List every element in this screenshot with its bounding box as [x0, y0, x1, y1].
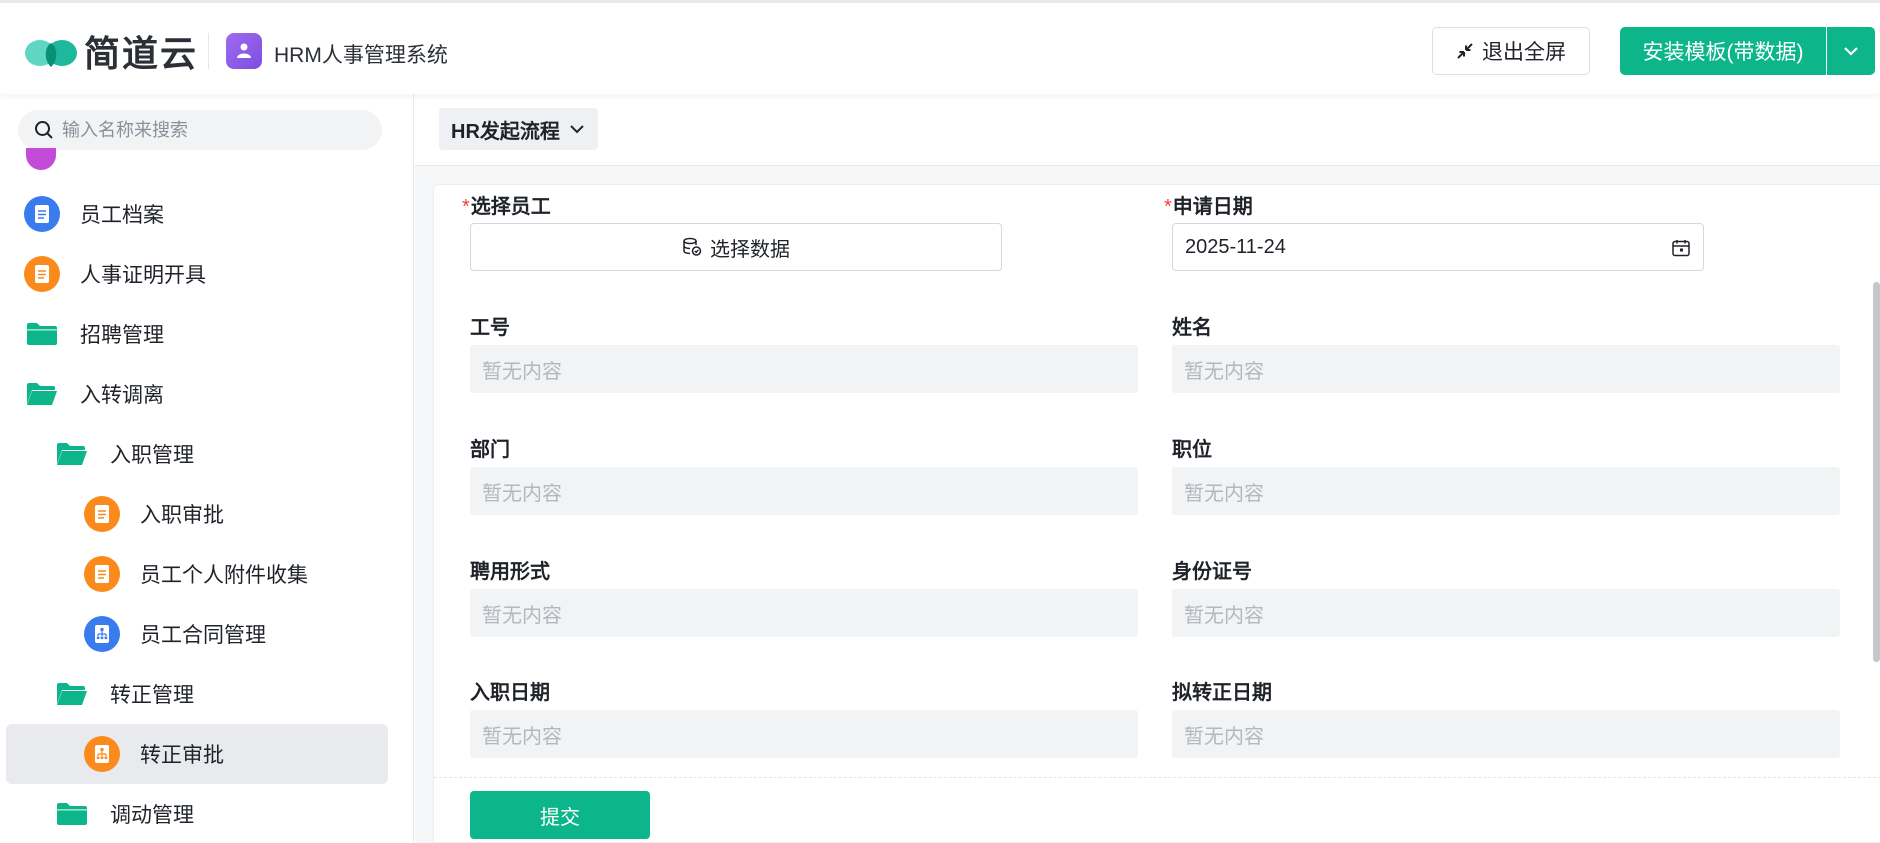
- folder-open-icon: [24, 380, 60, 408]
- exit-fullscreen-label: 退出全屏: [1482, 41, 1566, 64]
- folder-open-icon: [54, 440, 90, 468]
- sidebar-item-label: 调动管理: [110, 804, 194, 827]
- footer-divider: [434, 777, 1880, 778]
- sidebar-item-label: 招聘管理: [80, 324, 164, 347]
- id-number-field: 暂无内容: [1172, 589, 1840, 637]
- folder-icon: [24, 320, 60, 348]
- select-data-button[interactable]: 选择数据: [470, 223, 1002, 271]
- sidebar-item-label: 入职管理: [110, 444, 194, 467]
- flow-label: HR发起流程: [451, 120, 560, 143]
- sidebar-search[interactable]: [18, 110, 382, 150]
- app-icon: [226, 33, 262, 69]
- apply-date-label: *申请日期: [1164, 196, 1253, 218]
- partial-item-icon: [26, 148, 56, 170]
- sidebar-item-onboarding-transfer[interactable]: 入转调离: [6, 364, 388, 424]
- sidebar-item-label: 转正管理: [110, 684, 194, 707]
- header-divider: [208, 33, 209, 69]
- name-label: 姓名: [1172, 317, 1212, 339]
- main-content: HR发起流程 *选择员工 选择数据 *申请日期 2025-11-24 工号 暂无…: [415, 94, 1880, 843]
- name-field: 暂无内容: [1172, 345, 1840, 393]
- department-field: 暂无内容: [470, 467, 1138, 515]
- sidebar-item-transfer-mgmt[interactable]: 调动管理: [6, 784, 388, 843]
- submit-button[interactable]: 提交: [470, 791, 650, 839]
- install-dropdown-button[interactable]: [1827, 27, 1875, 75]
- search-icon: [35, 121, 53, 139]
- document-icon: [84, 556, 120, 592]
- folder-open-icon: [54, 680, 90, 708]
- employment-type-field: 暂无内容: [470, 589, 1138, 637]
- sidebar-item-regularization-approval[interactable]: 转正审批: [6, 724, 388, 784]
- database-icon: [682, 237, 702, 257]
- sidebar-item-label: 转正审批: [140, 744, 224, 767]
- sidebar-item-employee-files[interactable]: 员工档案: [6, 184, 388, 244]
- org-chart-icon: [84, 736, 120, 772]
- chevron-down-icon: [1844, 47, 1858, 56]
- sidebar: 员工档案 人事证明开具 招聘管理 入转调离 入职管理 入职审批: [0, 94, 414, 843]
- employee-no-field: 暂无内容: [470, 345, 1138, 393]
- sidebar-item-label: 人事证明开具: [80, 264, 206, 287]
- employee-no-label: 工号: [470, 317, 510, 339]
- install-template-button[interactable]: 安装模板(带数据): [1620, 27, 1826, 75]
- calendar-icon: [1671, 238, 1691, 264]
- apply-date-field[interactable]: 2025-11-24: [1172, 223, 1704, 271]
- org-chart-icon: [84, 616, 120, 652]
- flow-selector[interactable]: HR发起流程: [439, 108, 598, 150]
- sidebar-item-label: 员工合同管理: [140, 624, 266, 647]
- folder-icon: [54, 800, 90, 828]
- person-icon: [237, 43, 251, 58]
- planned-regularization-date-label: 拟转正日期: [1172, 682, 1272, 704]
- sidebar-item-onboarding-approval[interactable]: 入职审批: [6, 484, 388, 544]
- planned-regularization-date-field: 暂无内容: [1172, 710, 1840, 758]
- document-icon: [24, 256, 60, 292]
- select-data-label: 选择数据: [710, 238, 790, 261]
- required-mark: *: [462, 196, 470, 218]
- sidebar-item-onboarding-mgmt[interactable]: 入职管理: [6, 424, 388, 484]
- hire-date-label: 入职日期: [470, 682, 550, 704]
- hire-date-field: 暂无内容: [470, 710, 1138, 758]
- position-field: 暂无内容: [1172, 467, 1840, 515]
- select-employee-label: *选择员工: [462, 196, 551, 218]
- brand-logo[interactable]: 简道云: [24, 27, 198, 75]
- collapse-icon: [1456, 42, 1474, 60]
- top-header: 简道云 HRM人事管理系统 退出全屏 安装模板(带数据): [0, 0, 1880, 94]
- id-number-label: 身份证号: [1172, 561, 1252, 583]
- apply-date-value: 2025-11-24: [1185, 235, 1286, 258]
- sidebar-item-attachment-collection[interactable]: 员工个人附件收集: [6, 544, 388, 604]
- app-title: HRM人事管理系统: [274, 44, 448, 67]
- position-label: 职位: [1172, 439, 1212, 461]
- sidebar-item-label: 入职审批: [140, 504, 224, 527]
- brand-name: 简道云: [84, 33, 199, 74]
- logo-mark-icon: [25, 40, 77, 67]
- scrollbar-thumb[interactable]: [1873, 282, 1880, 662]
- required-mark: *: [1164, 196, 1172, 218]
- sidebar-item-hr-certificate[interactable]: 人事证明开具: [6, 244, 388, 304]
- form-card: *选择员工 选择数据 *申请日期 2025-11-24 工号 暂无内容 姓名 暂…: [433, 184, 1880, 843]
- employment-type-label: 聘用形式: [470, 561, 550, 583]
- sidebar-item-recruitment[interactable]: 招聘管理: [6, 304, 388, 364]
- sidebar-item-label: 员工档案: [80, 204, 164, 227]
- sidebar-item-label: 入转调离: [80, 384, 164, 407]
- search-input[interactable]: [62, 119, 362, 141]
- document-icon: [84, 496, 120, 532]
- department-label: 部门: [470, 439, 510, 461]
- sidebar-item-regularization-mgmt[interactable]: 转正管理: [6, 664, 388, 724]
- exit-fullscreen-button[interactable]: 退出全屏: [1432, 27, 1590, 75]
- chevron-down-icon: [568, 120, 586, 138]
- form-topbar: HR发起流程: [415, 94, 1880, 166]
- sidebar-item-contract-mgmt[interactable]: 员工合同管理: [6, 604, 388, 664]
- sidebar-item-label: 员工个人附件收集: [140, 564, 308, 587]
- document-icon: [24, 196, 60, 232]
